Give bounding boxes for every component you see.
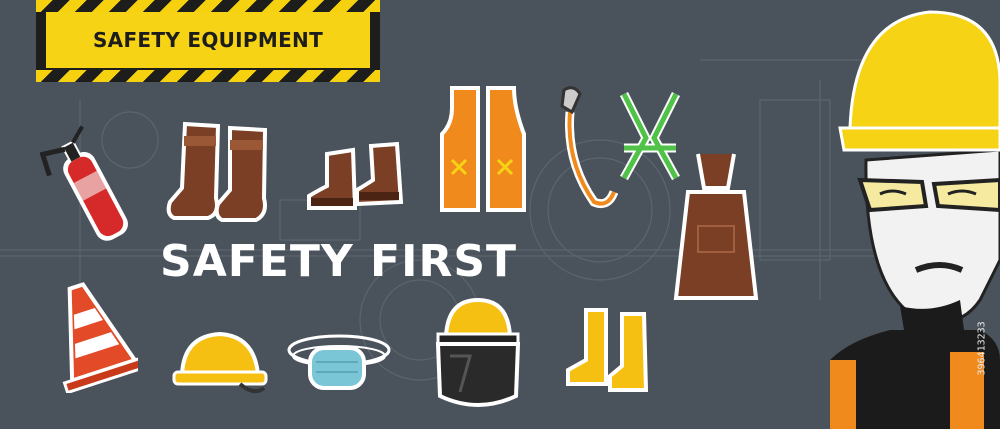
- hazard-stripes-top: [36, 0, 380, 12]
- banner-plate: SAFETY EQUIPMENT: [46, 12, 370, 68]
- hard-hat-icon: [172, 331, 268, 394]
- safety-poster: SAFETY EQUIPMENT SAFETY FIRST 396413233: [0, 0, 1000, 429]
- leather-apron-icon: [673, 153, 759, 300]
- banner-title: SAFETY EQUIPMENT: [92, 28, 324, 52]
- worker-portrait: [830, 10, 1000, 429]
- safety-first-headline: SAFETY FIRST: [160, 236, 518, 287]
- face-shield-helmet-icon: [435, 297, 521, 407]
- tall-boots-icon: [166, 121, 268, 222]
- face-mask-icon: [287, 334, 391, 390]
- lanyard-icon: [560, 86, 618, 209]
- hazard-stripes-bottom: [36, 70, 380, 82]
- safety-equipment-banner: SAFETY EQUIPMENT: [36, 0, 380, 82]
- traffic-cone-icon: [62, 282, 138, 393]
- stock-id: 396413233: [976, 321, 988, 376]
- safety-vest-icon: [440, 86, 526, 212]
- rubber-boots-icon: [566, 308, 649, 392]
- fire-extinguisher-icon: [40, 125, 128, 241]
- ankle-boots-icon: [307, 141, 404, 210]
